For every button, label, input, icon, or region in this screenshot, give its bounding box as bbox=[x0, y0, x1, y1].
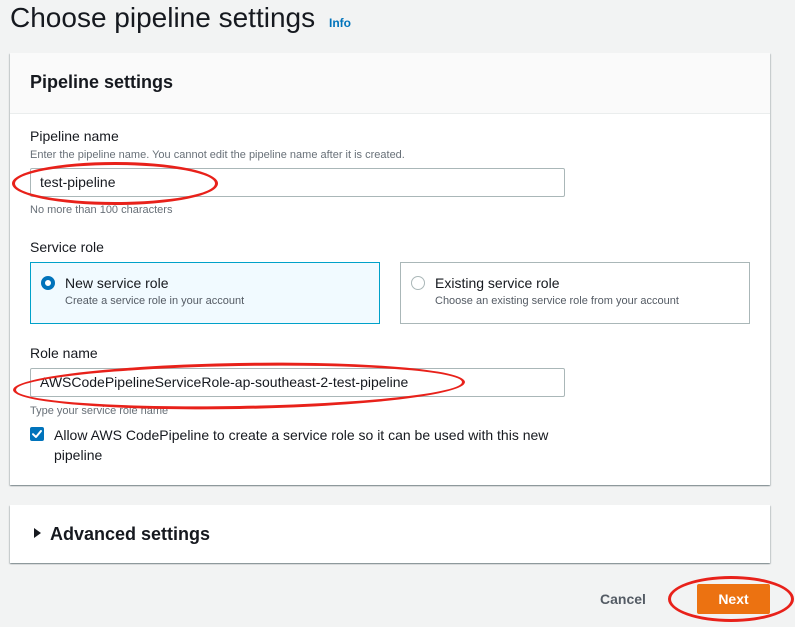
caret-right-icon[interactable] bbox=[34, 528, 41, 538]
page-title: Choose pipeline settings bbox=[10, 2, 316, 33]
pipeline-name-label: Pipeline name bbox=[30, 128, 119, 144]
role-name-description: Type your service role name bbox=[30, 405, 169, 417]
cancel-button[interactable]: Cancel bbox=[583, 584, 663, 614]
radio-selected-icon[interactable] bbox=[41, 276, 55, 290]
advanced-settings-title[interactable]: Advanced settings bbox=[50, 524, 210, 545]
existing-service-role-title: Existing service role bbox=[435, 275, 560, 291]
allow-service-role-label: Allow AWS CodePipeline to create a servi… bbox=[54, 427, 549, 463]
role-name-input[interactable]: AWSCodePipelineServiceRole-ap-southeast-… bbox=[30, 368, 565, 397]
pipeline-name-input[interactable]: test-pipeline bbox=[30, 168, 565, 197]
role-name-label: Role name bbox=[30, 345, 98, 361]
checkmark-icon bbox=[32, 430, 42, 438]
pipeline-settings-title: Pipeline settings bbox=[30, 72, 174, 92]
next-button[interactable]: Next bbox=[697, 584, 770, 614]
allow-service-role-checkbox[interactable] bbox=[30, 427, 44, 441]
pipeline-name-constraint: No more than 100 characters bbox=[30, 204, 173, 216]
existing-service-role-description: Choose an existing service role from you… bbox=[435, 295, 679, 307]
existing-service-role-option[interactable]: Existing service role Choose an existing… bbox=[400, 262, 750, 324]
pipeline-settings-panel: Pipeline settings Pipeline name Enter th… bbox=[10, 53, 770, 485]
new-service-role-title: New service role bbox=[65, 275, 169, 291]
advanced-settings-panel[interactable]: Advanced settings bbox=[10, 505, 770, 563]
info-link[interactable]: Info bbox=[329, 16, 351, 30]
pipeline-name-description: Enter the pipeline name. You cannot edit… bbox=[30, 149, 405, 161]
radio-unselected-icon[interactable] bbox=[411, 276, 425, 290]
new-service-role-description: Create a service role in your account bbox=[65, 295, 245, 307]
new-service-role-option[interactable]: New service role Create a service role i… bbox=[30, 262, 380, 324]
pipeline-settings-header: Pipeline settings bbox=[10, 53, 770, 114]
service-role-label: Service role bbox=[30, 239, 104, 255]
